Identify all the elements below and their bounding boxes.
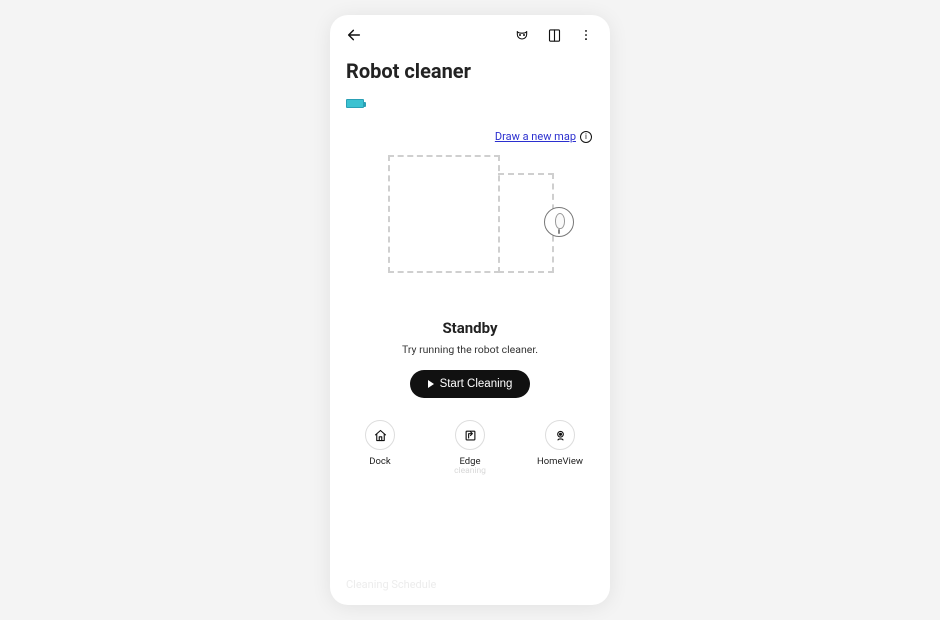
more-menu-icon[interactable] — [576, 25, 596, 45]
status-block: Standby Try running the robot cleaner. S… — [330, 305, 610, 398]
dock-action[interactable]: Dock — [352, 420, 408, 476]
cleaning-schedule-label: Cleaning Schedule — [346, 578, 436, 591]
play-icon — [428, 380, 434, 388]
start-cleaning-label: Start Cleaning — [440, 378, 513, 390]
panel-icon[interactable] — [544, 25, 564, 45]
page-title: Robot cleaner — [330, 53, 610, 93]
edge-cleaning-action[interactable]: Edge cleaning — [442, 420, 498, 476]
draw-new-map-link[interactable]: Draw a new map — [495, 130, 576, 143]
status-title: Standby — [346, 319, 594, 337]
robot-marker-icon — [544, 207, 574, 237]
draw-map-row: Draw a new map i — [330, 108, 610, 149]
edge-cleaning-icon — [455, 420, 485, 450]
homeview-label: HomeView — [537, 456, 583, 467]
voice-icon[interactable] — [512, 25, 532, 45]
actions-row: Dock Edge cleaning HomeView — [330, 420, 610, 476]
dock-label: Dock — [369, 456, 390, 467]
info-icon[interactable]: i — [580, 131, 592, 143]
floor-map — [348, 155, 592, 305]
topbar-actions — [512, 25, 596, 45]
status-subtitle: Try running the robot cleaner. — [346, 343, 594, 356]
back-button[interactable] — [344, 25, 364, 45]
robot-cleaner-screen: Robot cleaner Draw a new map i Standby T… — [330, 15, 610, 605]
room-outline — [388, 155, 500, 273]
start-cleaning-button[interactable]: Start Cleaning — [410, 370, 531, 398]
homeview-action[interactable]: HomeView — [532, 420, 588, 476]
topbar — [330, 15, 610, 53]
dock-icon — [365, 420, 395, 450]
battery-icon — [346, 99, 364, 108]
homeview-icon — [545, 420, 575, 450]
edge-sublabel: cleaning — [454, 467, 486, 476]
